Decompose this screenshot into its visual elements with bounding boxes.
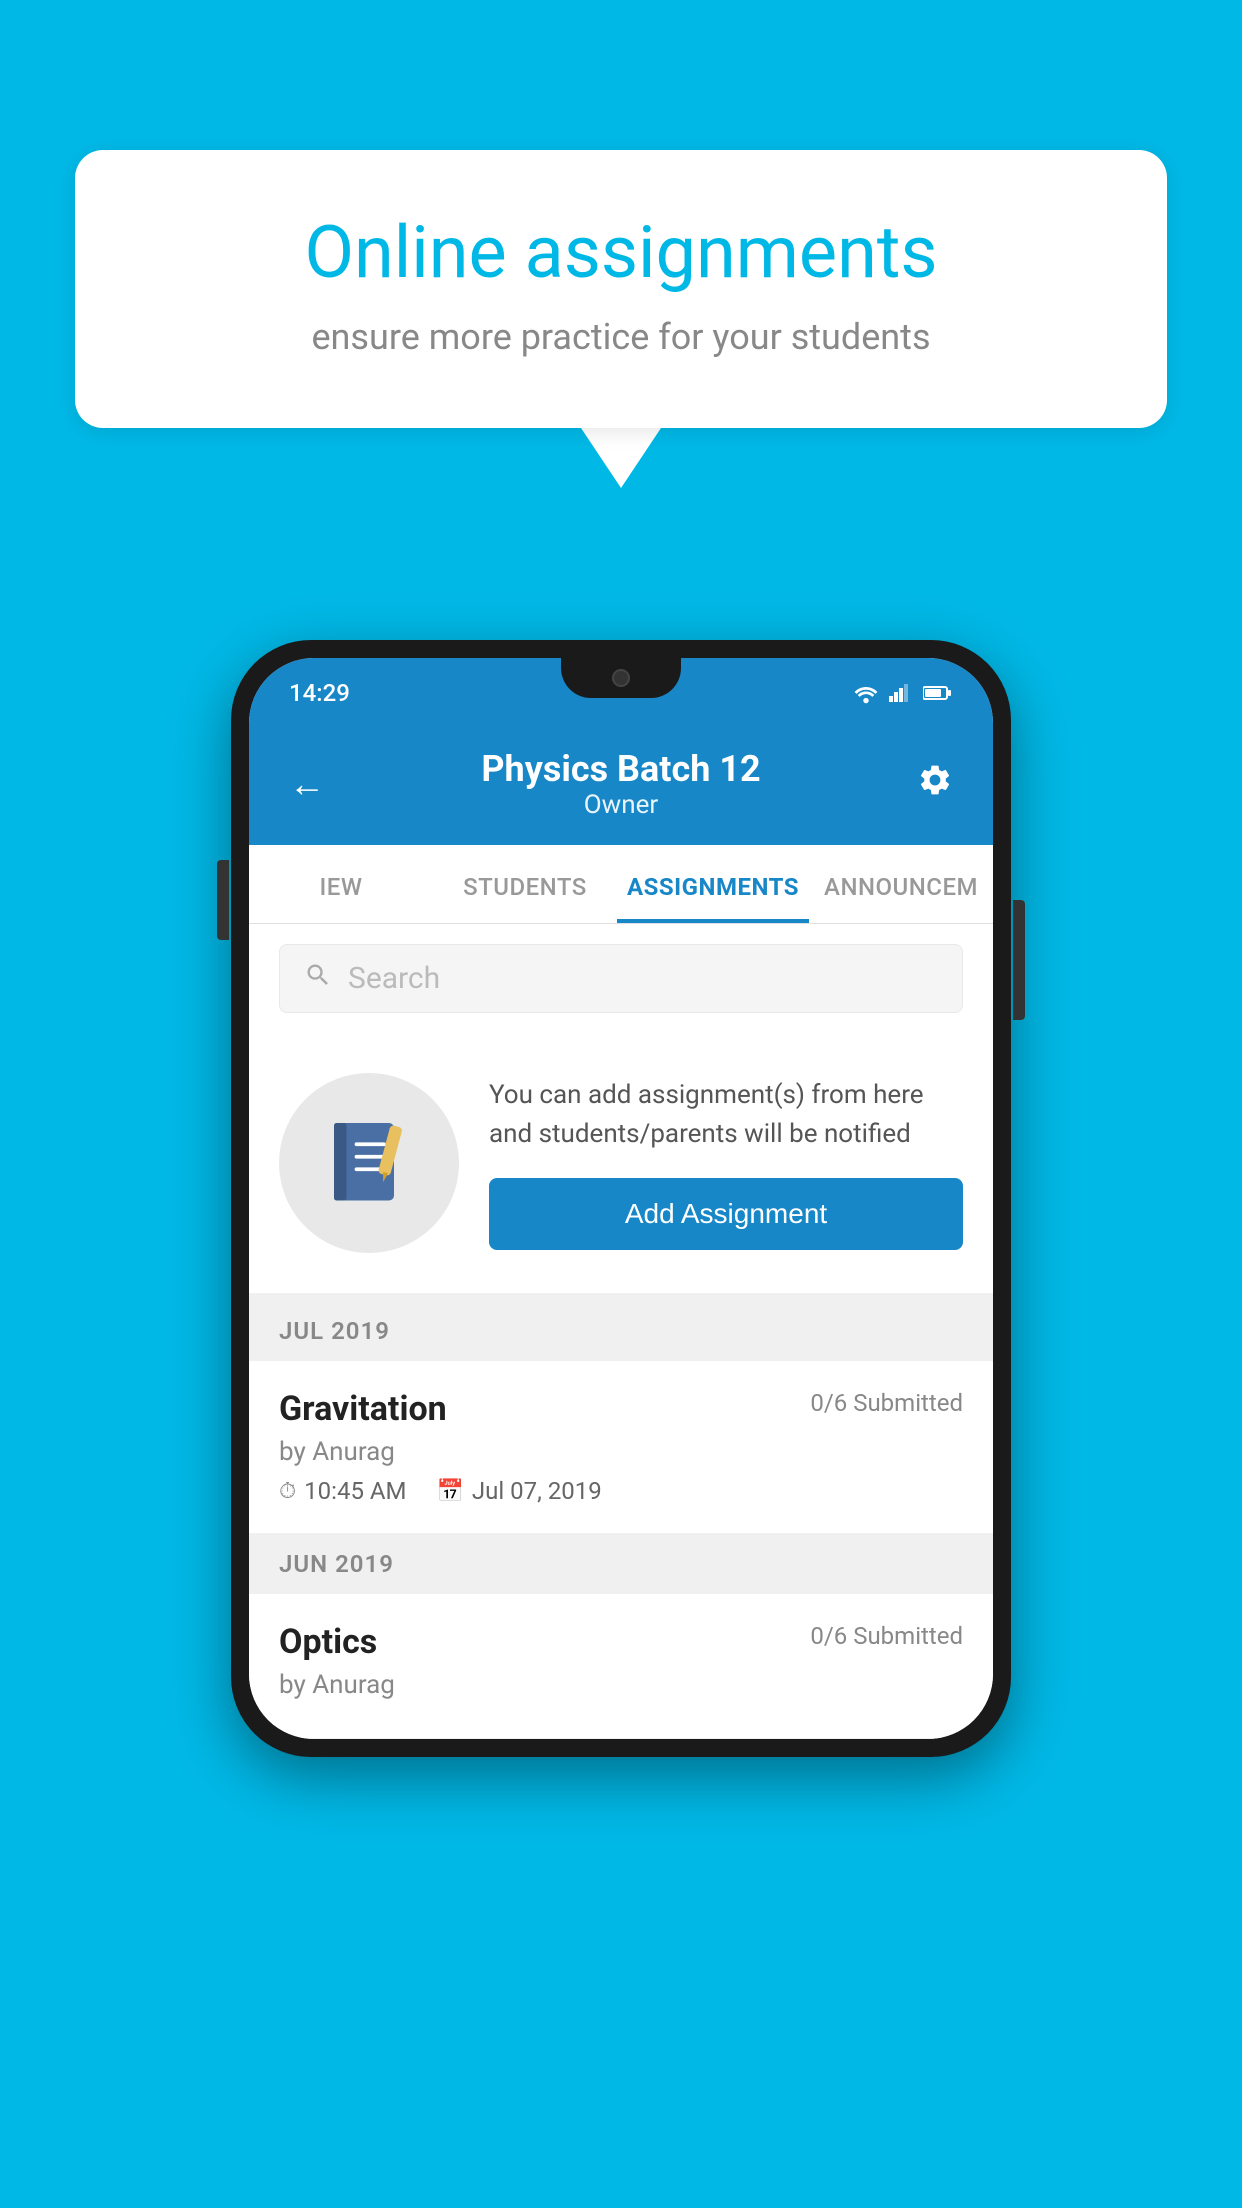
signal-icon [889,682,913,704]
status-time: 14:29 [289,679,350,707]
camera-notch [612,669,630,687]
search-placeholder: Search [348,961,440,996]
search-icon [304,961,332,996]
assignment-by-gravitation: by Anurag [279,1437,963,1467]
promo-content: You can add assignment(s) from here and … [489,1076,963,1250]
promo-section: You can add assignment(s) from here and … [249,1033,993,1301]
back-button[interactable]: ← [289,763,325,805]
assignment-submitted-gravitation: 0/6 Submitted [810,1389,963,1417]
assignment-time-gravitation: ⏱ 10:45 AM [279,1477,407,1505]
search-bar[interactable]: Search [279,944,963,1013]
phone-device: 14:29 [231,640,1011,1757]
section-header-jul: JUL 2019 [249,1301,993,1361]
notebook-icon [319,1113,419,1213]
assignment-by-optics: by Anurag [279,1670,963,1700]
calendar-icon: 📅 [437,1479,464,1504]
speech-bubble-wrapper: Online assignments ensure more practice … [75,150,1167,488]
assignment-meta-gravitation: ⏱ 10:45 AM 📅 Jul 07, 2019 [279,1477,963,1505]
phone-frame: 14:29 [231,640,1011,1757]
assignment-top: Gravitation 0/6 Submitted [279,1389,963,1429]
battery-icon [923,684,953,702]
assignment-date-gravitation: 📅 Jul 07, 2019 [437,1477,602,1505]
speech-bubble-arrow [581,428,661,488]
status-bar: 14:29 [249,658,993,728]
clock-icon: ⏱ [279,1479,296,1504]
header-center: Physics Batch 12 Owner [481,748,760,820]
speech-bubble-card: Online assignments ensure more practice … [75,150,1167,428]
assignment-submitted-optics: 0/6 Submitted [810,1622,963,1650]
tab-assignments[interactable]: ASSIGNMENTS [617,845,809,923]
tabs-bar: IEW STUDENTS ASSIGNMENTS ANNOUNCEM [249,845,993,924]
assignment-item-optics[interactable]: Optics 0/6 Submitted by Anurag [249,1594,993,1739]
wifi-icon [853,682,879,704]
phone-screen: 14:29 [249,658,993,1739]
magnify-icon [304,961,332,989]
section-header-jun: JUN 2019 [249,1534,993,1594]
status-icons [853,682,953,704]
assignment-name-gravitation: Gravitation [279,1389,447,1429]
header-subtitle: Owner [481,790,760,820]
add-assignment-button[interactable]: Add Assignment [489,1178,963,1250]
settings-button[interactable] [917,762,953,807]
speech-bubble-subtitle: ensure more practice for your students [155,316,1087,358]
app-header: ← Physics Batch 12 Owner [249,728,993,845]
assignment-item-gravitation[interactable]: Gravitation 0/6 Submitted by Anurag ⏱ 10… [249,1361,993,1534]
tab-students[interactable]: STUDENTS [433,845,617,923]
tab-announcements[interactable]: ANNOUNCEM [809,845,993,923]
search-container: Search [249,924,993,1033]
promo-text: You can add assignment(s) from here and … [489,1076,963,1154]
gear-icon [917,762,953,798]
speech-bubble-title: Online assignments [155,210,1087,296]
promo-icon-circle [279,1073,459,1253]
assignment-top-optics: Optics 0/6 Submitted [279,1622,963,1662]
notch-cutout [561,658,681,698]
header-title: Physics Batch 12 [481,748,760,790]
assignment-name-optics: Optics [279,1622,377,1662]
tab-iew[interactable]: IEW [249,845,433,923]
